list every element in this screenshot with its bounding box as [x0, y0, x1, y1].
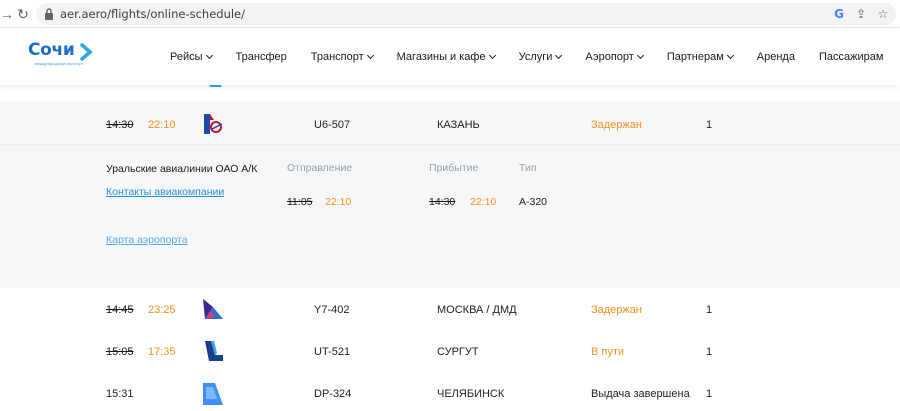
- chevron-down-icon: [555, 51, 563, 60]
- scheduled-time: 15:05: [106, 346, 134, 358]
- terminal: 1: [706, 346, 713, 358]
- pobeda-tail-icon: [203, 383, 223, 405]
- scheduled-time: 14:45: [106, 304, 134, 316]
- nav-flights[interactable]: Рейсы: [170, 51, 213, 63]
- airline-tail-icon: [209, 85, 222, 87]
- nav-label: Транспорт: [310, 51, 364, 63]
- airport-map-link[interactable]: Карта аэропорта: [106, 234, 188, 246]
- destination: КАЗАНЬ: [437, 119, 480, 131]
- chevron-down-icon: [726, 51, 734, 60]
- logo-text: Сочи: [28, 40, 75, 60]
- nav-airport[interactable]: Аэропорт: [585, 51, 644, 63]
- flight-details-panel: Уральские авиалинии ОАО А/К Контакты ави…: [0, 144, 900, 288]
- nav-shops[interactable]: Магазины и кафе: [396, 51, 496, 63]
- address-bar[interactable]: aer.aero/flights/online-schedule/ G ⇪ ☆: [36, 3, 896, 25]
- flight-number: Y7-402: [314, 304, 350, 316]
- flight-status: Задержан: [591, 304, 642, 316]
- scheduled-time: 14:30: [106, 119, 134, 131]
- destination: ЧЕЛЯБИНСК: [437, 388, 505, 400]
- nav-passengers[interactable]: Пассажирам: [819, 51, 883, 63]
- scheduled-time: 15:31: [106, 388, 134, 400]
- terminal: 1: [706, 304, 713, 316]
- reload-icon[interactable]: ↻: [14, 5, 32, 23]
- arrival-scheduled: 14:30: [429, 196, 456, 208]
- departure-scheduled: 11:05: [287, 196, 313, 208]
- nav-rent[interactable]: Аренда: [757, 51, 795, 63]
- site-header: Сочи международный аэропорт Рейсы Трансф…: [0, 29, 900, 85]
- flight-status: Выдача завершена: [591, 388, 690, 400]
- table-row[interactable]: 14:45 23:25 Y7-402 МОСКВА / ДМД Задержан…: [0, 289, 900, 331]
- table-row[interactable]: 14:30 22:10 U6-507 КАЗАНЬ Задержан 1: [0, 102, 900, 144]
- table-row[interactable]: 15:05 17:35 UT-521 СУРГУТ В пути 1: [0, 331, 900, 373]
- departure-label: Отправление: [287, 162, 353, 174]
- airline-name: Уральские авиалинии ОАО А/К: [106, 163, 258, 175]
- actual-time: 17:35: [148, 346, 176, 358]
- destination: МОСКВА / ДМД: [437, 304, 517, 316]
- azimuth-tail-icon: [203, 299, 223, 319]
- destination: СУРГУТ: [437, 346, 479, 358]
- sochi-logo[interactable]: Сочи международный аэропорт: [28, 40, 98, 76]
- chevron-down-icon: [488, 51, 496, 60]
- chevron-down-icon: [366, 51, 374, 60]
- flight-status: Задержан: [591, 119, 642, 131]
- arrival-actual: 22:10: [470, 196, 497, 208]
- airline-contacts-link[interactable]: Контакты авиакомпании: [106, 186, 224, 198]
- flight-number: UT-521: [314, 346, 351, 358]
- nav-transfer[interactable]: Трансфер: [236, 51, 287, 63]
- departure-actual: 22:10: [325, 196, 352, 208]
- site-info-icon[interactable]: [44, 7, 54, 21]
- nav-label: Рейсы: [170, 51, 203, 63]
- arrival-label: Прибытие: [429, 162, 479, 174]
- nav-label: Магазины и кафе: [396, 51, 486, 63]
- ural-airlines-tail-icon: [204, 114, 223, 134]
- nav-label: Партнерам: [666, 51, 724, 63]
- aircraft-type: A-320: [519, 196, 548, 208]
- flight-number: U6-507: [314, 119, 351, 131]
- logo-arrow-icon: [80, 43, 93, 61]
- aircraft-type-label: Тип: [519, 162, 537, 174]
- browser-toolbar: → ↻ aer.aero/flights/online-schedule/ G …: [0, 0, 900, 28]
- terminal: 1: [706, 388, 713, 400]
- logo-subtitle: международный аэропорт: [34, 61, 84, 66]
- nav-label: Трансфер: [235, 51, 287, 63]
- chevron-down-icon: [205, 51, 213, 60]
- flight-status: В пути: [591, 346, 625, 358]
- nav-transport[interactable]: Транспорт: [310, 51, 374, 63]
- flight-schedule: 14:30 22:10 U6-507 КАЗАНЬ Задержан 1 Ура…: [0, 85, 900, 411]
- actual-time: 23:25: [148, 304, 176, 316]
- nav-label: Услуги: [518, 51, 553, 63]
- actual-time: 22:10: [148, 119, 176, 131]
- url-text[interactable]: aer.aero/flights/online-schedule/: [60, 7, 245, 21]
- nav-label: Пассажирам: [818, 51, 884, 63]
- nav-label: Аэропорт: [585, 51, 634, 63]
- share-icon[interactable]: ⇪: [854, 6, 868, 22]
- nav-partners[interactable]: Партнерам: [666, 51, 734, 63]
- table-row[interactable]: [0, 85, 900, 91]
- flight-number: DP-324: [314, 388, 352, 400]
- bookmark-star-icon[interactable]: ☆: [876, 6, 890, 22]
- nav-services[interactable]: Услуги: [518, 51, 563, 63]
- table-row[interactable]: 15:31 DP-324 ЧЕЛЯБИНСК Выдача завершена …: [0, 373, 900, 411]
- main-nav: Рейсы Трансфер Транспорт Магазины и кафе…: [170, 51, 900, 63]
- utair-tail-icon: [205, 341, 223, 361]
- google-translate-icon[interactable]: G: [832, 6, 846, 22]
- chevron-down-icon: [636, 51, 644, 60]
- terminal: 1: [706, 119, 713, 131]
- nav-label: Аренда: [756, 51, 795, 63]
